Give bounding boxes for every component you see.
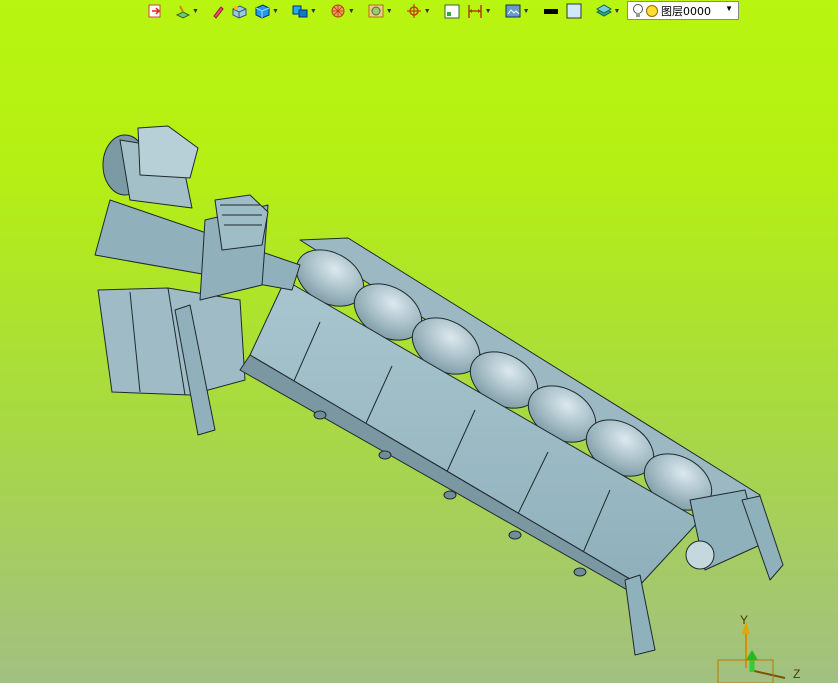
motor[interactable]	[102, 125, 199, 209]
z-axis-label: Z	[793, 667, 800, 681]
model-viewport[interactable]: Y Z	[0, 0, 838, 683]
feed-hopper[interactable]	[97, 287, 246, 396]
screw-conveyor-model[interactable]	[94, 125, 784, 656]
z-axis-arrow	[749, 669, 786, 679]
y-axis-label: Y	[740, 613, 748, 627]
gearbox[interactable]	[214, 194, 269, 251]
axis-triad: Y Z	[717, 613, 800, 683]
motor-junction-box	[137, 125, 199, 179]
